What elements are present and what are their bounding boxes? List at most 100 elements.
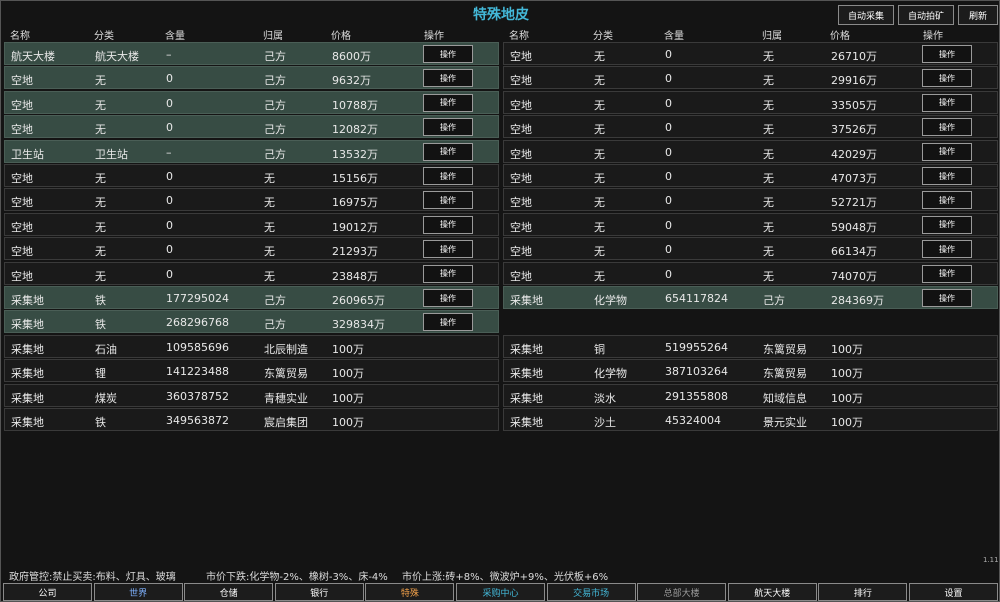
column-header-category: 分类 xyxy=(94,31,114,42)
nav-tab-10[interactable]: 排行 xyxy=(818,583,908,601)
row-action-button[interactable]: 操作 xyxy=(423,215,473,234)
cell-price: 329834万 xyxy=(332,318,385,332)
cell-category: 锂 xyxy=(95,367,106,381)
nav-tab-11[interactable]: 设置 xyxy=(909,583,998,601)
row-action-button[interactable]: 操作 xyxy=(423,167,473,185)
cell-name: 空地 xyxy=(510,220,532,234)
policy-text: 政府管控:禁止买卖:布料、灯具、玻璃 xyxy=(9,572,176,583)
cell-owner: 无 xyxy=(763,123,774,137)
nav-tab-5[interactable]: 特殊 xyxy=(365,583,455,601)
cell-category: 无 xyxy=(594,172,605,185)
nav-tab-2[interactable]: 世界 xyxy=(93,583,183,601)
cell-owner: 无 xyxy=(763,172,774,185)
cell-owner: 宸启集团 xyxy=(264,416,308,429)
row-action-button[interactable]: 操作 xyxy=(922,191,972,210)
cell-amount: 0 xyxy=(166,194,173,208)
cell-price: 52721万 xyxy=(831,196,877,210)
cell-category: 无 xyxy=(95,172,106,185)
cell-name: 空地 xyxy=(510,196,532,210)
table-row: 空地 无 0 无 19012万 操作 xyxy=(4,212,499,236)
table-row: 采集地 化学物 654117824 己方 284369万 操作 xyxy=(503,286,998,309)
row-action-button[interactable]: 操作 xyxy=(423,93,473,112)
row-action-button[interactable]: 操作 xyxy=(922,289,972,307)
row-action-button[interactable]: 操作 xyxy=(423,69,473,88)
row-action-button[interactable]: 操作 xyxy=(423,240,473,259)
cell-price: 100万 xyxy=(332,391,364,405)
nav-tab-1[interactable]: 公司 xyxy=(3,583,92,601)
row-action-button[interactable]: 操作 xyxy=(423,142,473,161)
nav-tab-8[interactable]: 总部大楼 xyxy=(637,583,727,601)
refresh-button[interactable]: 刷新 xyxy=(958,5,998,25)
cell-price: 8600万 xyxy=(332,50,371,63)
cell-price: 26710万 xyxy=(831,50,877,63)
row-action-button[interactable]: 操作 xyxy=(922,45,972,63)
cell-name: 卫生站 xyxy=(11,147,44,161)
table-row: 空地 无 0 无 47073万 操作 xyxy=(503,164,998,187)
cell-category: 铁 xyxy=(95,318,106,332)
cell-owner: 己方 xyxy=(264,98,286,112)
row-action-button[interactable]: 操作 xyxy=(423,313,473,332)
cell-price: 100万 xyxy=(831,416,863,429)
cell-owner: 己方 xyxy=(264,147,286,161)
cell-amount: 0 xyxy=(166,121,173,135)
nav-tab-3[interactable]: 仓储 xyxy=(184,583,274,601)
cell-price: 37526万 xyxy=(831,123,877,137)
row-action-button[interactable]: 操作 xyxy=(922,69,972,88)
cell-name: 空地 xyxy=(510,147,532,161)
cell-category: 淡水 xyxy=(594,391,616,405)
cell-owner: 己方 xyxy=(264,123,286,137)
cell-price: 21293万 xyxy=(332,245,378,259)
cell-amount: 0 xyxy=(665,218,672,232)
cell-amount: 0 xyxy=(166,72,173,86)
cell-amount: 141223488 xyxy=(166,365,229,379)
table-row: 空地 无 0 无 16975万 操作 xyxy=(4,188,499,212)
cell-price: 13532万 xyxy=(332,147,378,161)
cell-amount: 0 xyxy=(665,194,672,208)
column-header-price: 价格 xyxy=(830,31,850,42)
nav-tab-4[interactable]: 银行 xyxy=(274,583,364,601)
table-row: 空地 无 0 无 29916万 操作 xyxy=(503,66,998,90)
row-action-button[interactable]: 操作 xyxy=(922,215,972,234)
cell-price: 100万 xyxy=(831,391,863,405)
cell-owner: 东篱贸易 xyxy=(763,367,807,381)
row-action-button[interactable]: 操作 xyxy=(922,167,972,185)
table-row: 航天大楼 航天大楼 – 己方 8600万 操作 xyxy=(4,42,499,65)
row-action-button[interactable]: 操作 xyxy=(922,240,972,259)
cell-name: 采集地 xyxy=(11,342,44,356)
cell-category: 无 xyxy=(594,147,605,161)
row-action-button[interactable]: 操作 xyxy=(922,142,972,161)
cell-owner: 无 xyxy=(763,98,774,112)
cell-amount: 0 xyxy=(665,96,672,110)
nav-tab-7[interactable]: 交易市场 xyxy=(546,583,636,601)
cell-price: 66134万 xyxy=(831,245,877,259)
cell-owner: 无 xyxy=(264,172,275,185)
row-action-button[interactable]: 操作 xyxy=(922,264,972,283)
auto-collect-button[interactable]: 自动采集 xyxy=(838,5,894,25)
table-header: 名称 分类 含量 归属 价格 操作 xyxy=(4,25,499,42)
row-action-button[interactable]: 操作 xyxy=(423,264,473,283)
cell-category: 化学物 xyxy=(594,294,627,307)
bottom-nav: 公司 世界 仓储 银行 特殊 采购中心 交易市场 总部大楼 航天大楼 排行 设置 xyxy=(3,583,999,601)
version-label: 1.11 xyxy=(983,556,999,564)
cell-owner: 北辰制造 xyxy=(264,342,308,356)
cell-amount: 291355808 xyxy=(665,389,728,403)
price-up-text: 市价上涨:砖+8%、微波炉+9%、光伏板+6% xyxy=(402,572,609,583)
row-action-button[interactable]: 操作 xyxy=(423,191,473,210)
cell-amount: 0 xyxy=(665,145,672,159)
nav-tab-6[interactable]: 采购中心 xyxy=(456,583,545,601)
cell-owner: 知域信息 xyxy=(763,391,807,405)
cell-price: 42029万 xyxy=(831,147,877,161)
row-action-button[interactable]: 操作 xyxy=(423,289,473,307)
cell-amount: 109585696 xyxy=(166,340,229,354)
cell-name: 空地 xyxy=(11,74,33,88)
row-action-button[interactable]: 操作 xyxy=(423,45,473,63)
cell-amount: 654117824 xyxy=(665,292,728,305)
auto-bid-button[interactable]: 自动拍矿 xyxy=(898,5,954,25)
row-action-button[interactable]: 操作 xyxy=(922,118,972,137)
cell-category: 无 xyxy=(594,220,605,234)
cell-name: 空地 xyxy=(510,98,532,112)
table-row: 采集地 沙土 45324004 景元实业 100万 xyxy=(503,408,998,431)
nav-tab-9[interactable]: 航天大楼 xyxy=(727,583,817,601)
row-action-button[interactable]: 操作 xyxy=(423,118,473,137)
row-action-button[interactable]: 操作 xyxy=(922,93,972,112)
